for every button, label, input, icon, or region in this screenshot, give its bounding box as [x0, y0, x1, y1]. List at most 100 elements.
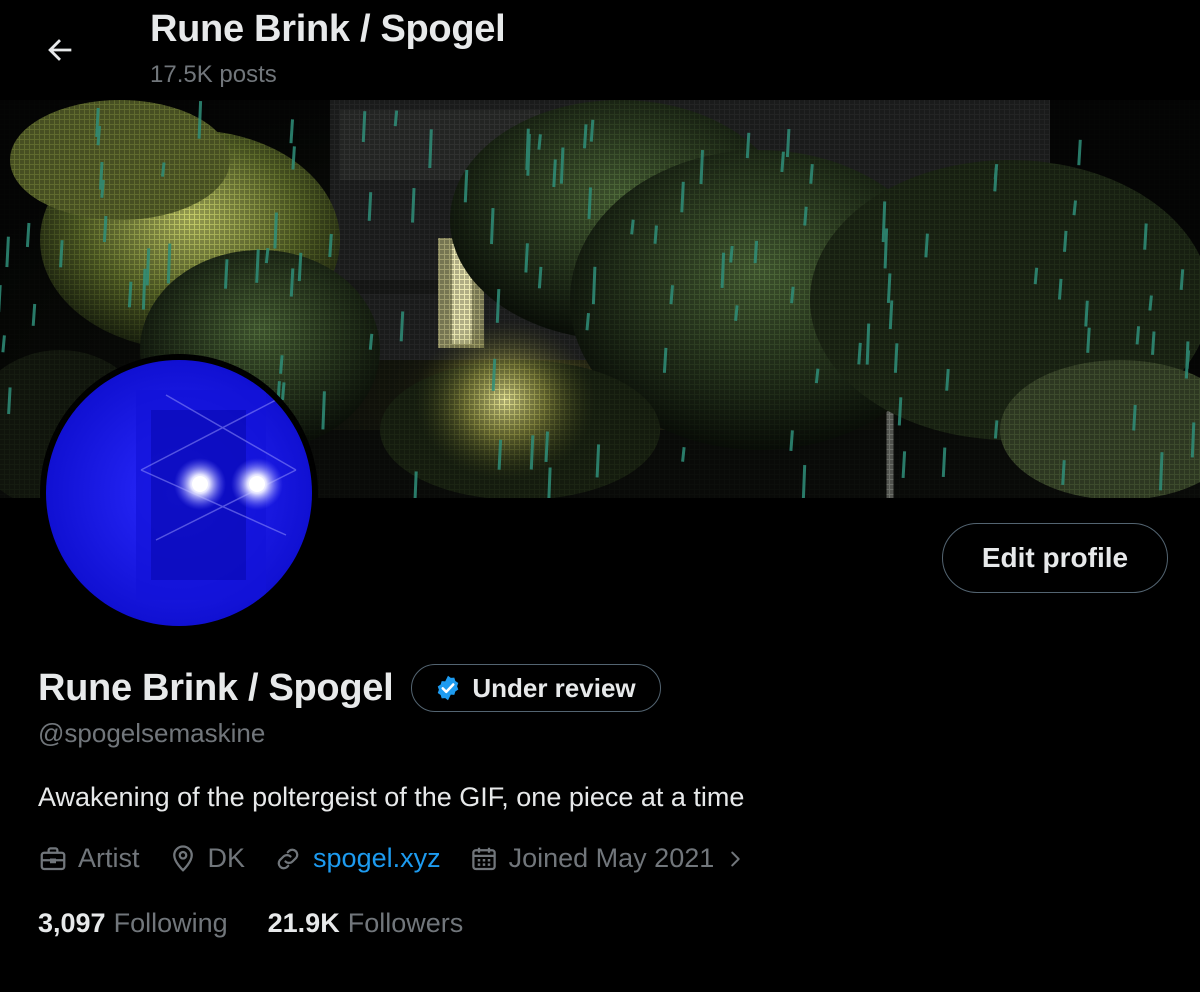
rain-streak [630, 219, 635, 235]
rain-streak [463, 169, 469, 203]
rain-streak [361, 111, 367, 143]
rain-streak [785, 129, 791, 158]
rain-streak [197, 101, 203, 139]
rain-streak [281, 382, 286, 401]
followers-link[interactable]: 21.9K Followers [268, 908, 464, 939]
rain-streak [653, 225, 658, 244]
rain-streak [255, 249, 260, 283]
rain-streak [525, 128, 530, 170]
rain-streak [145, 248, 151, 286]
location-item: DK [168, 843, 246, 874]
rain-streak [1132, 404, 1137, 431]
avatar-image [46, 360, 312, 626]
rain-streak [491, 358, 497, 391]
rain-streak [681, 447, 686, 462]
rain-streak [881, 201, 887, 243]
rain-streak [495, 289, 501, 323]
rain-streak [100, 179, 105, 198]
rain-streak [1135, 326, 1141, 345]
rain-streak [273, 212, 278, 249]
rain-streak [583, 124, 588, 149]
rain-streak [1063, 230, 1068, 252]
followers-label: Followers [347, 908, 464, 938]
rain-streak [127, 281, 133, 308]
rain-streak [1179, 269, 1185, 291]
rain-streak [595, 444, 601, 478]
joined-item[interactable]: Joined May 2021 [469, 843, 757, 874]
rain-streak [888, 300, 894, 330]
rain-streak [993, 420, 999, 439]
rain-streak [729, 245, 734, 263]
profession-item: Artist [38, 843, 140, 874]
following-label: Following [113, 908, 228, 938]
rain-streak [803, 206, 808, 226]
rain-streak [490, 208, 495, 245]
rain-streak [321, 391, 326, 430]
post-count: 17.5K posts [150, 61, 277, 88]
edit-profile-button[interactable]: Edit profile [942, 523, 1168, 593]
rain-streak [537, 134, 542, 150]
rain-streak [102, 215, 108, 243]
rain-streak [328, 233, 333, 258]
rain-streak [1185, 350, 1191, 369]
user-handle: @spogelsemaskine [38, 718, 266, 748]
website-link[interactable]: spogel.xyz [313, 843, 441, 874]
rain-streak [1072, 200, 1077, 216]
rain-streak [1143, 223, 1148, 250]
rain-streak [25, 222, 31, 248]
verification-label: Under review [472, 672, 636, 703]
rain-streak [680, 181, 685, 213]
rain-streak [941, 447, 947, 477]
followers-count: 21.9K [267, 908, 340, 938]
rain-streak [161, 162, 166, 177]
rain-streak [585, 312, 590, 331]
rain-streak [96, 125, 101, 146]
rain-streak [883, 228, 889, 269]
calendar-icon [471, 847, 496, 870]
rain-streak [699, 150, 704, 185]
display-name: Rune Brink / Spogel [38, 666, 394, 709]
verification-badge[interactable]: Under review [411, 664, 661, 712]
rain-streak [901, 451, 907, 478]
rain-streak [745, 132, 751, 159]
rain-streak [291, 146, 296, 170]
rain-streak [1159, 452, 1164, 491]
rain-streak [801, 465, 807, 498]
location-pin-icon [172, 844, 193, 872]
rain-streak [428, 129, 433, 169]
rain-streak [1058, 278, 1063, 300]
rain-streak [1190, 422, 1196, 458]
rain-streak [59, 240, 64, 268]
following-count: 3,097 [38, 908, 106, 938]
back-button[interactable] [36, 26, 84, 74]
rain-streak [166, 243, 172, 284]
profile-meta: Artist DK spogel.xyz Joined May 2021 [38, 843, 784, 874]
location-text: DK [207, 843, 246, 873]
following-link[interactable]: 3,097 Following [38, 908, 228, 939]
rain-streak [591, 266, 597, 305]
rain-streak [886, 273, 892, 303]
rain-streak [497, 439, 503, 470]
rain-streak [865, 323, 871, 365]
website-item[interactable]: spogel.xyz [273, 843, 441, 874]
profession-text: Artist [78, 843, 140, 873]
rain-streak [31, 303, 37, 326]
briefcase-icon [40, 846, 66, 870]
rain-streak [1148, 295, 1153, 311]
rain-streak [1151, 331, 1156, 355]
bio: Awakening of the poltergeist of the GIF,… [38, 782, 745, 812]
rain-streak [893, 343, 899, 373]
rain-streak [297, 252, 303, 282]
rain-streak [669, 285, 674, 305]
rain-streak [780, 151, 785, 173]
avatar[interactable] [40, 354, 318, 632]
rain-streak [662, 347, 668, 373]
profile-page: Rune Brink / Spogel 17.5K posts Edit pro… [0, 0, 1200, 992]
verified-check-icon [438, 675, 459, 701]
arrow-left-icon [48, 39, 72, 61]
joined-text: Joined May 2021 [508, 843, 715, 873]
chevron-right-icon [731, 851, 740, 866]
rain-streak [734, 305, 739, 321]
rain-streak [993, 167, 998, 192]
rain-streak [547, 467, 552, 498]
